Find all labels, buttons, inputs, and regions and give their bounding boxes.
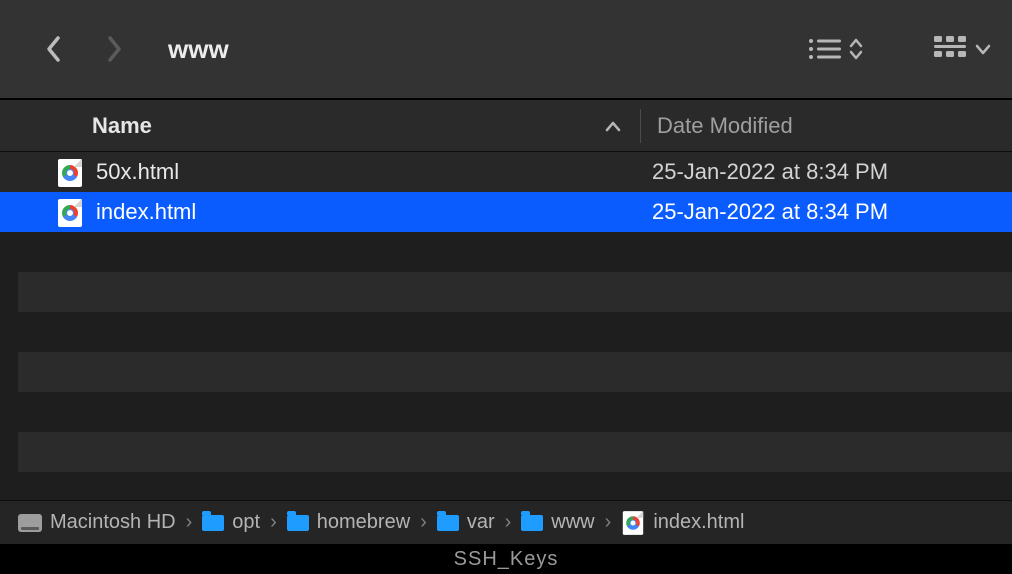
file-row[interactable]: index.html 25-Jan-2022 at 8:34 PM bbox=[0, 192, 1012, 232]
forward-button[interactable] bbox=[100, 35, 128, 63]
path-segment-label: var bbox=[467, 511, 495, 534]
file-date: 25-Jan-2022 at 8:34 PM bbox=[636, 199, 888, 225]
path-file-label: index.html bbox=[653, 511, 744, 534]
background-hint-text: SSH_Keys bbox=[454, 548, 559, 571]
html-file-icon bbox=[623, 511, 643, 535]
folder-icon bbox=[521, 515, 543, 531]
chevron-right-icon: › bbox=[270, 511, 277, 534]
group-by-button[interactable] bbox=[934, 36, 992, 62]
file-row[interactable]: 50x.html 25-Jan-2022 at 8:34 PM bbox=[0, 152, 1012, 192]
path-segment-label: opt bbox=[232, 511, 260, 534]
nav-buttons bbox=[40, 35, 128, 63]
folder-title: www bbox=[168, 34, 229, 65]
placeholder-row bbox=[18, 432, 1012, 472]
toolbar: www bbox=[0, 0, 1012, 100]
disk-icon bbox=[18, 514, 42, 532]
folder-icon bbox=[202, 515, 224, 531]
grid-group-icon bbox=[934, 36, 968, 62]
path-bar: Macintosh HD › opt › homebrew › var › ww… bbox=[0, 500, 1012, 544]
column-header: Name Date Modified bbox=[0, 100, 1012, 152]
html-file-icon bbox=[58, 159, 84, 185]
path-disk-label: Macintosh HD bbox=[50, 511, 176, 534]
path-segment-label: homebrew bbox=[317, 511, 410, 534]
html-file-icon bbox=[58, 199, 84, 225]
back-button[interactable] bbox=[40, 35, 68, 63]
chevron-right-icon: › bbox=[186, 511, 193, 534]
placeholder-row bbox=[18, 272, 1012, 312]
up-down-icon bbox=[848, 37, 864, 61]
folder-icon bbox=[287, 515, 309, 531]
background-window-hint: SSH_Keys bbox=[0, 544, 1012, 574]
file-name: 50x.html bbox=[96, 159, 636, 185]
path-segment[interactable]: www bbox=[521, 511, 594, 534]
view-controls bbox=[808, 36, 992, 62]
chevron-down-icon bbox=[974, 42, 992, 56]
path-disk[interactable]: Macintosh HD bbox=[18, 511, 176, 534]
file-list: 50x.html 25-Jan-2022 at 8:34 PM index.ht… bbox=[0, 152, 1012, 232]
path-file[interactable]: index.html bbox=[621, 509, 744, 537]
file-name: index.html bbox=[96, 199, 636, 225]
column-date-label: Date Modified bbox=[657, 113, 793, 138]
column-name-label: Name bbox=[92, 113, 152, 139]
path-segment[interactable]: opt bbox=[202, 511, 260, 534]
chevron-right-icon: › bbox=[420, 511, 427, 534]
chevron-right-icon: › bbox=[605, 511, 612, 534]
path-segment-label: www bbox=[551, 511, 594, 534]
chevron-right-icon: › bbox=[505, 511, 512, 534]
sort-indicator-icon bbox=[604, 113, 622, 139]
column-name[interactable]: Name bbox=[0, 113, 640, 139]
file-date: 25-Jan-2022 at 8:34 PM bbox=[636, 159, 888, 185]
list-icon bbox=[808, 37, 842, 61]
folder-icon bbox=[437, 515, 459, 531]
path-segment[interactable]: homebrew bbox=[287, 511, 410, 534]
path-segment[interactable]: var bbox=[437, 511, 495, 534]
list-view-button[interactable] bbox=[808, 37, 864, 61]
placeholder-row bbox=[18, 352, 1012, 392]
column-date-modified[interactable]: Date Modified bbox=[641, 113, 1012, 139]
finder-window: www bbox=[0, 0, 1012, 574]
placeholder-rows bbox=[0, 272, 1012, 472]
